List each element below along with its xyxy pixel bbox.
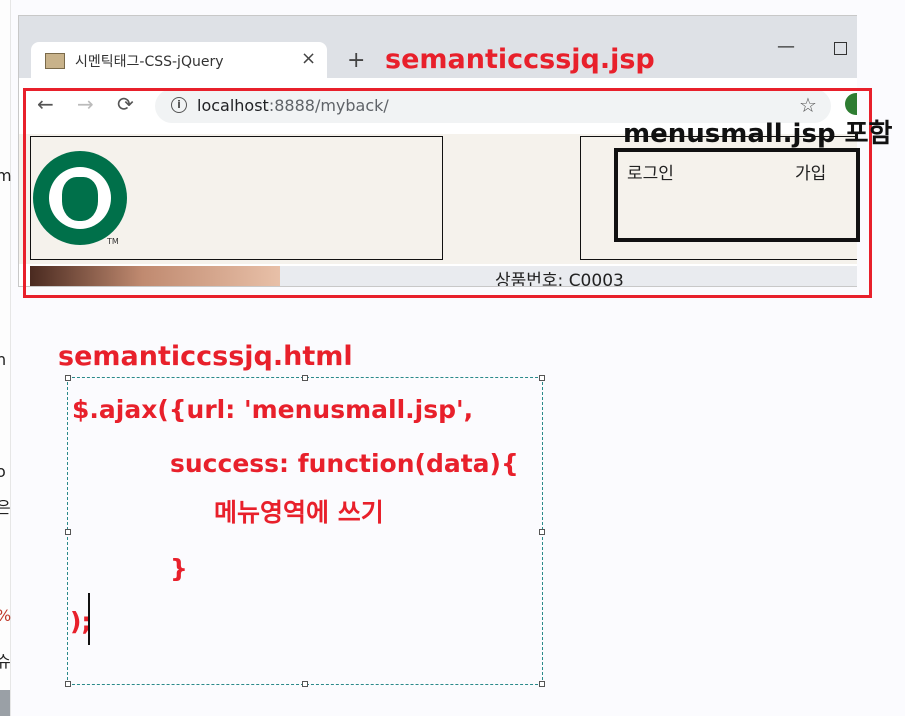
resize-handle[interactable]: [302, 375, 308, 381]
code-line: 메뉴영역에 쓰기: [214, 498, 384, 527]
clipped-text: n: [0, 350, 7, 369]
resize-handle[interactable]: [539, 529, 545, 535]
resize-handle[interactable]: [302, 681, 308, 687]
scrollbar-corner: [0, 690, 10, 716]
text-cursor: [88, 593, 90, 645]
clipped-text: %: [0, 606, 11, 625]
clipped-text: 은: [0, 498, 11, 517]
clipped-text: 슈: [0, 652, 11, 671]
resize-handle[interactable]: [65, 375, 71, 381]
minimize-button[interactable]: —: [777, 36, 795, 57]
maximize-button[interactable]: [834, 42, 847, 55]
resize-handle[interactable]: [65, 681, 71, 687]
page-favicon-icon: [45, 53, 65, 69]
code-line: }: [170, 554, 188, 583]
tab-title: 시멘틱태그-CSS-jQuery: [75, 54, 224, 70]
new-tab-button[interactable]: +: [347, 48, 365, 73]
resize-handle[interactable]: [539, 681, 545, 687]
menu-highlight-box: [614, 148, 860, 242]
browser-tab[interactable]: 시멘틱태그-CSS-jQuery ×: [31, 42, 327, 78]
menu-include-label: menusmall.jsp 포함: [623, 119, 893, 149]
close-icon[interactable]: ×: [301, 48, 316, 69]
background-window-edge: m n o 은 % 슈: [0, 0, 12, 716]
resize-handle[interactable]: [65, 529, 71, 535]
code-line: success: function(data){: [170, 449, 519, 478]
clipped-text: o: [0, 462, 6, 481]
html-file-label: semanticcssjq.html: [58, 341, 353, 372]
jsp-file-label: semanticcssjq.jsp: [385, 44, 655, 75]
code-line: $.ajax({url: 'menusmall.jsp',: [72, 395, 474, 424]
resize-handle[interactable]: [539, 375, 545, 381]
clipped-text: m: [0, 166, 12, 185]
